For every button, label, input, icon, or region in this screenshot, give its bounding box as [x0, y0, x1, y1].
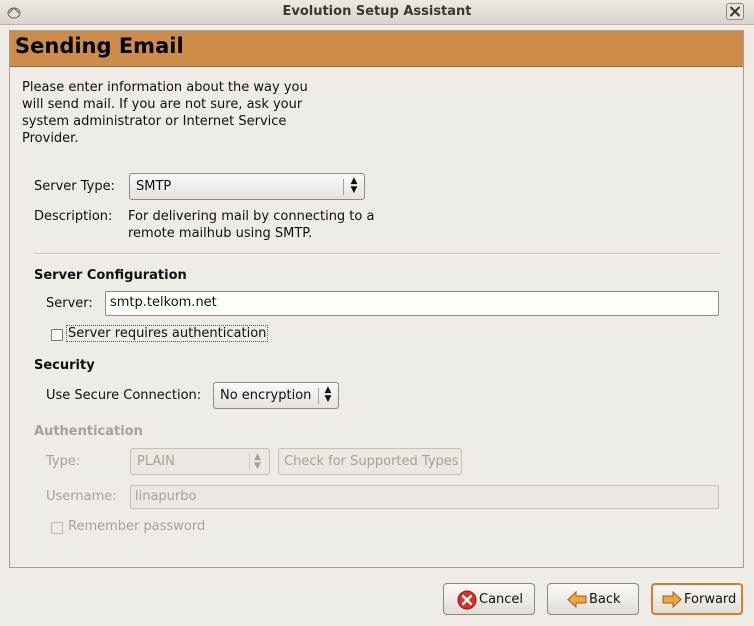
back-arrow-icon [567, 590, 587, 609]
page-title: Sending Email [15, 34, 184, 58]
intro-text-line-3: system administrator or Internet Service [22, 114, 287, 129]
close-button[interactable] [726, 3, 744, 20]
secure-connection-value: No encryption [220, 388, 312, 403]
check-supported-types-button[interactable]: Check for Supported Types [278, 448, 462, 475]
updown-arrows-icon: ▲ ▼ [324, 385, 332, 404]
back-button[interactable]: Back [547, 583, 639, 615]
forward-button[interactable]: Forward [651, 583, 743, 615]
auth-required-label[interactable]: Server requires authentication [66, 325, 269, 342]
forward-label: Forward [684, 592, 737, 607]
server-type-value: SMTP [136, 179, 172, 194]
combo-separator [318, 388, 319, 404]
server-configuration-heading: Server Configuration [34, 268, 187, 283]
intro-text-line-4: Provider. [22, 131, 79, 146]
combo-separator [249, 454, 250, 470]
auth-required-checkbox[interactable] [51, 329, 63, 341]
description-text-line-1: For delivering mail by connecting to a [128, 209, 375, 224]
window-title: Evolution Setup Assistant [282, 4, 472, 19]
auth-type-value: PLAIN [137, 454, 175, 469]
server-type-select[interactable]: SMTP ▲ ▼ [129, 173, 365, 200]
security-heading: Security [34, 358, 95, 373]
close-icon [730, 6, 740, 17]
check-supported-types-label: Check for Supported Types [284, 454, 459, 469]
combo-separator [343, 179, 344, 195]
username-label: Username: [46, 489, 117, 504]
description-label: Description: [34, 209, 113, 224]
username-value: linapurbo [135, 489, 197, 504]
cancel-icon [457, 590, 477, 610]
server-label: Server: [46, 296, 93, 311]
auth-type-label: Type: [46, 454, 81, 469]
cancel-label: Cancel [479, 592, 524, 607]
intro-text-line-1: Please enter information about the way y… [22, 80, 308, 95]
description-text-line-2: remote mailhub using SMTP. [128, 226, 313, 241]
section-separator [34, 253, 720, 255]
remember-password-label[interactable]: Remember password [68, 519, 205, 534]
server-type-label: Server Type: [34, 179, 116, 194]
updown-arrows-icon: ▲ ▼ [254, 452, 261, 471]
server-input-value: smtp.telkom.net [110, 295, 217, 310]
remember-password-checkbox[interactable] [51, 522, 63, 534]
authentication-heading: Authentication [34, 424, 143, 439]
secure-connection-select[interactable]: No encryption ▲ ▼ [213, 382, 339, 409]
intro-text-line-2: will send mail. If you are not sure, ask… [22, 97, 303, 112]
back-label: Back [589, 592, 621, 607]
username-input[interactable]: linapurbo [130, 485, 719, 509]
secure-connection-label: Use Secure Connection: [46, 388, 202, 403]
server-input[interactable]: smtp.telkom.net [105, 291, 719, 316]
updown-arrows-icon: ▲ ▼ [350, 176, 358, 195]
auth-type-select[interactable]: PLAIN ▲ ▼ [130, 448, 270, 475]
forward-arrow-icon [662, 590, 682, 609]
cancel-button[interactable]: Cancel [443, 583, 535, 615]
